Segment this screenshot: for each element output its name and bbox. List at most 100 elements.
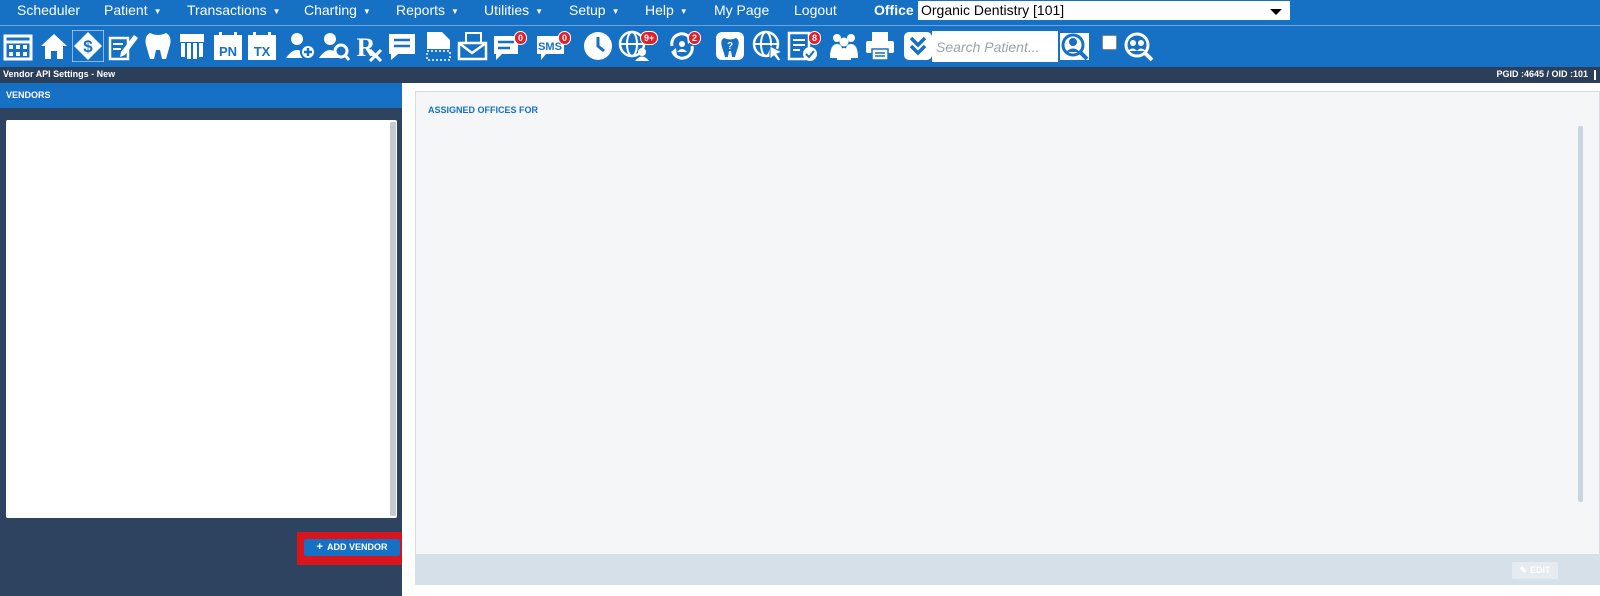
people-search-button[interactable] — [1122, 30, 1154, 62]
caret-down-icon: ▼ — [611, 7, 620, 16]
account-ids: PGID :4645 / OID :101 — [1496, 69, 1588, 79]
menu-item-label: Patient — [104, 2, 148, 18]
sync-button[interactable]: 2 — [666, 30, 702, 62]
menu-patient[interactable]: Patient ▼ — [104, 0, 162, 20]
dollar-icon: $ — [72, 30, 104, 62]
edit-label: EDIT — [1530, 565, 1551, 575]
group-icon — [830, 34, 858, 60]
add-vendor-button[interactable]: + ADD VENDOR — [304, 539, 400, 556]
home-button[interactable] — [38, 30, 70, 62]
user-search-icon — [1061, 33, 1089, 61]
menu-item-label: Logout — [794, 2, 837, 18]
chevron-down-icon — [1270, 9, 1282, 15]
menu-item-label: Help — [645, 2, 674, 18]
pencil-icon: ✎ — [1519, 565, 1528, 575]
menu-item-label: My Page — [714, 2, 770, 18]
svg-text:?: ? — [727, 41, 733, 52]
chat-button[interactable]: 0 — [492, 30, 528, 62]
menu-utilities[interactable]: Utilities ▼ — [484, 0, 543, 20]
tx-calendar-icon: TX — [248, 32, 276, 60]
mail-button[interactable] — [456, 30, 488, 62]
caret-down-icon: ▼ — [272, 7, 281, 16]
sms-button[interactable]: SMS 0 — [536, 30, 572, 62]
print-button[interactable] — [864, 30, 896, 62]
lock-icon — [1594, 70, 1600, 80]
office-select[interactable]: Organic Dentistry [101] — [918, 1, 1290, 20]
assigned-offices-title: ASSIGNED OFFICES FOR — [428, 105, 539, 115]
pn-calendar-icon: PN — [214, 32, 242, 60]
web-cursor-button[interactable] — [752, 30, 784, 62]
search-patient-input[interactable] — [932, 31, 1058, 62]
notification-badge: 2 — [688, 31, 702, 45]
notification-badge: 0 — [558, 31, 572, 45]
web-cursor-icon — [752, 30, 784, 62]
search-patient-button[interactable] — [318, 30, 350, 62]
clock-button[interactable] — [582, 30, 614, 62]
expand-down-button[interactable] — [902, 30, 934, 62]
expand-down-icon — [904, 32, 932, 60]
menu-setup[interactable]: Setup ▼ — [569, 0, 620, 20]
group-button[interactable] — [828, 30, 860, 62]
help-tooth-icon: ? — [716, 32, 744, 60]
home-icon — [41, 34, 67, 59]
menu-my-page[interactable]: My Page — [714, 0, 769, 20]
menu-reports[interactable]: Reports ▼ — [396, 0, 459, 20]
svg-text:$: $ — [83, 37, 93, 56]
notes-button[interactable] — [386, 30, 418, 62]
tooth-icon — [145, 33, 171, 59]
menu-transactions[interactable]: Transactions ▼ — [187, 0, 281, 20]
dollar-button[interactable]: $ — [72, 30, 104, 62]
print-icon — [866, 32, 894, 61]
vendor-list-scrollbar[interactable] — [390, 122, 396, 516]
vendors-panel: VENDORS + ADD VENDOR — [0, 83, 407, 596]
document-button[interactable] — [422, 30, 454, 62]
assigned-offices-scrollbar[interactable] — [1578, 126, 1583, 502]
toolbar: $ PN TX R 0 SMS 0 9+ 2? 8 — [0, 25, 1600, 67]
caret-down-icon: ▼ — [679, 7, 688, 16]
menu-logout[interactable]: Logout — [794, 0, 837, 20]
notes-icon — [389, 34, 415, 60]
office-label: Office — [874, 2, 914, 18]
clock-icon — [584, 32, 612, 60]
teeth-chart-icon — [180, 34, 204, 59]
add-patient-button[interactable] — [284, 30, 316, 62]
menu-charting[interactable]: Charting ▼ — [304, 0, 371, 20]
add-vendor-label: ADD VENDOR — [326, 542, 388, 552]
checklist-button[interactable]: 8 — [786, 30, 822, 62]
menu-scheduler[interactable]: Scheduler — [17, 0, 80, 20]
menu-item-label: Setup — [569, 2, 606, 18]
globe-users-button[interactable]: 9+ — [618, 30, 659, 62]
assigned-offices-panel: ASSIGNED OFFICES FOR — [415, 91, 1600, 585]
rx-button[interactable]: R — [352, 30, 384, 62]
edit-button[interactable] — [107, 30, 139, 62]
edit-button[interactable]: ✎ EDIT — [1512, 562, 1558, 579]
help-tooth-button[interactable]: ? — [714, 30, 746, 62]
document-icon — [426, 32, 451, 61]
teeth-chart-button[interactable] — [176, 30, 208, 62]
rx-icon: R — [357, 33, 383, 62]
menu-item-label: Scheduler — [17, 2, 81, 18]
menu-help[interactable]: Help ▼ — [645, 0, 688, 20]
calendar-button[interactable] — [2, 30, 34, 62]
vendor-list[interactable] — [6, 120, 397, 518]
menu-item-label: Reports — [396, 2, 446, 18]
tx-calendar-button[interactable]: TX — [246, 30, 278, 62]
svg-text:SMS: SMS — [538, 41, 562, 53]
status-bar: Vendor API Settings - New PGID :4645 / O… — [0, 67, 1600, 83]
pn-calendar-button[interactable]: PN — [212, 30, 244, 62]
menu-item-label: Utilities — [484, 2, 530, 18]
patient-search-button[interactable] — [1058, 31, 1091, 62]
notification-badge: 8 — [808, 31, 822, 45]
menu-item-label: Transactions — [187, 2, 267, 18]
notification-badge: 9+ — [640, 31, 659, 45]
search-option-checkbox[interactable] — [1102, 35, 1117, 50]
caret-down-icon: ▼ — [451, 7, 459, 16]
caret-down-icon: ▼ — [362, 7, 371, 16]
svg-text:TX: TX — [254, 44, 271, 59]
add-patient-icon — [286, 33, 316, 60]
caret-down-icon: ▼ — [153, 7, 162, 16]
tooth-button[interactable] — [142, 30, 174, 62]
svg-text:PN: PN — [219, 44, 237, 59]
top-menu-bar: Scheduler Patient ▼ Transactions ▼ Charting ▼ R… — [0, 0, 1600, 25]
edit-icon — [108, 35, 138, 61]
